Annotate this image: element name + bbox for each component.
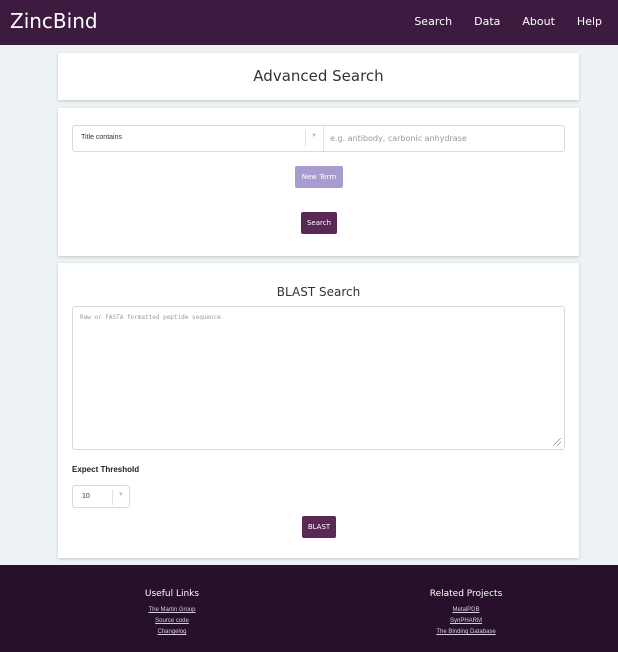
search-term-row: Title contains ▼ bbox=[72, 125, 565, 152]
useful-links-title: Useful Links bbox=[144, 589, 200, 599]
top-navbar: ZincBind Search Data About Help bbox=[0, 0, 618, 45]
search-button[interactable]: Search bbox=[301, 212, 337, 234]
resize-grip-icon[interactable] bbox=[553, 438, 561, 446]
new-term-button[interactable]: New Term bbox=[295, 166, 343, 188]
advanced-search-header-card: Advanced Search bbox=[58, 53, 579, 100]
nav-links: Search Data About Help bbox=[414, 15, 602, 28]
nav-search-link[interactable]: Search bbox=[414, 15, 452, 28]
advanced-search-title: Advanced Search bbox=[253, 67, 384, 85]
select-separator bbox=[305, 130, 306, 147]
blast-search-title: BLAST Search bbox=[276, 285, 361, 299]
chevron-down-icon[interactable]: ▼ bbox=[118, 492, 124, 498]
advanced-search-form-card: Title contains ▼ New Term Search bbox=[58, 108, 579, 256]
expect-threshold-select[interactable]: 10 ▼ bbox=[72, 485, 130, 508]
useful-links-column: Useful Links The Martin Group Source cod… bbox=[72, 589, 272, 638]
binding-database-link[interactable]: The Binding Database bbox=[366, 627, 566, 638]
search-term-input[interactable] bbox=[324, 126, 564, 151]
sequence-placeholder: Raw or FASTA formatted peptide sequence bbox=[80, 314, 221, 321]
related-projects-column: Related Projects MetalPDB SynPHARM The B… bbox=[366, 589, 566, 638]
term-type-value: Title contains bbox=[81, 134, 122, 141]
chevron-down-icon[interactable]: ▼ bbox=[311, 133, 317, 139]
metalpdb-link[interactable]: MetalPDB bbox=[366, 605, 566, 616]
expect-threshold-value: 10 bbox=[82, 493, 90, 500]
page-footer: Useful Links The Martin Group Source cod… bbox=[0, 565, 618, 652]
nav-about-link[interactable]: About bbox=[522, 15, 555, 28]
sequence-textarea[interactable]: Raw or FASTA formatted peptide sequence bbox=[72, 306, 565, 450]
term-type-select[interactable]: Title contains ▼ bbox=[73, 126, 323, 151]
changelog-link[interactable]: Changelog bbox=[72, 627, 272, 638]
expect-threshold-label: Expect Threshold bbox=[72, 465, 140, 474]
nav-data-link[interactable]: Data bbox=[474, 15, 500, 28]
source-code-link[interactable]: Source code bbox=[72, 616, 272, 627]
select-separator bbox=[112, 490, 113, 505]
blast-button[interactable]: BLAST bbox=[302, 516, 336, 538]
brand-logo[interactable]: ZincBind bbox=[10, 9, 98, 33]
blast-search-card: BLAST Search Raw or FASTA formatted pept… bbox=[58, 263, 579, 558]
synpharm-link[interactable]: SynPHARM bbox=[366, 616, 566, 627]
martin-group-link[interactable]: The Martin Group bbox=[72, 605, 272, 616]
nav-help-link[interactable]: Help bbox=[577, 15, 602, 28]
related-projects-title: Related Projects bbox=[429, 589, 503, 599]
